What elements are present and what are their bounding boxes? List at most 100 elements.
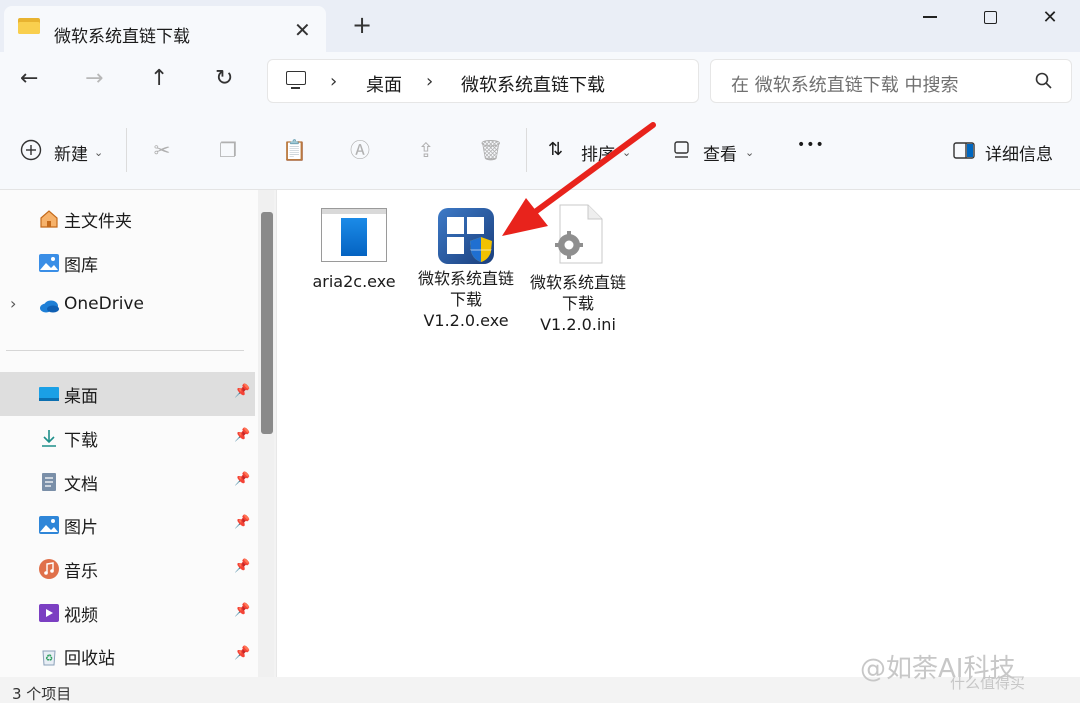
sidebar-item-label: 音乐 (64, 562, 98, 582)
file-item[interactable]: aria2c.exe (299, 208, 409, 292)
sidebar-item-music[interactable]: 音乐 📌 (0, 547, 255, 591)
sidebar-item-pictures[interactable]: 图片 📌 (0, 503, 255, 547)
navigation-pane: 主文件夹 图库 › OneDrive 桌面 📌 下载 📌 文档 📌 图片 📌 音… (0, 190, 274, 678)
back-button[interactable]: ← (20, 68, 38, 90)
app-shield-icon (438, 208, 494, 264)
copy-icon[interactable]: ❐ (216, 138, 240, 162)
gallery-icon (39, 254, 59, 272)
divider (6, 350, 244, 351)
separator (526, 128, 527, 172)
pin-icon: 📌 (234, 603, 251, 618)
uac-shield-icon (470, 237, 492, 262)
file-item-selected[interactable]: 微软系统直链下载V1.2.0.exe (411, 208, 521, 331)
chevron-down-icon: ⌄ (745, 146, 755, 159)
music-icon (39, 559, 59, 579)
sidebar-item-label: OneDrive (64, 294, 144, 314)
up-button[interactable]: ↑ (150, 68, 168, 90)
pictures-icon (39, 516, 59, 534)
sidebar-item-gallery[interactable]: 图库 (0, 241, 255, 285)
breadcrumb-separator: › (426, 71, 434, 92)
sidebar-item-label: 回收站 (64, 649, 115, 669)
video-icon (39, 604, 59, 622)
sidebar-item-label: 文档 (64, 475, 98, 495)
pin-icon: 📌 (234, 515, 251, 530)
paste-icon[interactable]: 📋 (282, 138, 307, 162)
view-icon (674, 141, 689, 158)
minimize-icon (923, 16, 937, 18)
document-icon (42, 473, 56, 491)
new-button[interactable]: 新建 (54, 140, 88, 165)
download-icon (42, 430, 56, 447)
tab-active[interactable]: 微软系统直链下载 ✕ (4, 6, 326, 52)
pin-icon: 📌 (234, 384, 251, 399)
sidebar-item-label: 图片 (64, 518, 98, 538)
breadcrumb-current-folder[interactable]: 微软系统直链下载 (461, 71, 605, 97)
chevron-down-icon: ⌄ (94, 146, 104, 159)
exe-icon (321, 208, 387, 262)
separator (126, 128, 127, 172)
forward-button[interactable]: → (85, 68, 103, 90)
breadcrumb-separator: › (330, 71, 338, 92)
sidebar-item-downloads[interactable]: 下载 📌 (0, 416, 255, 460)
home-icon (40, 210, 58, 228)
sidebar-item-recycle-bin[interactable]: ♻ 回收站 📌 (0, 634, 255, 678)
cut-icon[interactable]: ✂ (150, 138, 174, 162)
sidebar-item-videos[interactable]: 视频 📌 (0, 591, 255, 635)
command-bar: 新建 ⌄ ✂ ❐ 📋 Ⓐ ⇪ 🗑 ⇅ 排序 ⌄ 查看 ⌄ ••• 详细信息 (0, 110, 1080, 190)
this-pc-icon (286, 71, 306, 89)
sidebar-item-desktop[interactable]: 桌面 📌 (0, 372, 255, 416)
sidebar-item-label: 桌面 (64, 387, 98, 407)
sidebar-item-home[interactable]: 主文件夹 (0, 197, 255, 241)
chevron-down-icon: ⌄ (622, 146, 632, 159)
folder-icon (18, 18, 40, 34)
search-icon (1035, 72, 1052, 89)
address-bar[interactable]: › 桌面 › 微软系统直链下载 (267, 59, 699, 103)
title-bar: 微软系统直链下载 ✕ + ✕ (0, 0, 1080, 52)
ini-settings-icon (555, 204, 603, 264)
new-tab-button[interactable]: + (352, 13, 372, 37)
minimize-button[interactable] (900, 2, 960, 32)
watermark-sub: 什么值得买 (950, 674, 1026, 692)
scrollbar-thumb[interactable] (261, 212, 273, 434)
new-plus-icon (20, 139, 42, 161)
share-icon[interactable]: ⇪ (414, 138, 438, 162)
sidebar-item-onedrive[interactable]: › OneDrive (0, 284, 255, 328)
maximize-button[interactable] (960, 2, 1020, 32)
pin-icon: 📌 (234, 559, 251, 574)
breadcrumb-desktop[interactable]: 桌面 (366, 71, 402, 97)
view-button[interactable]: 查看 (703, 140, 737, 165)
close-window-button[interactable]: ✕ (1020, 2, 1080, 32)
sidebar-item-label: 图库 (64, 256, 98, 276)
maximize-icon (983, 10, 997, 24)
file-name: 微软系统直链下载V1.2.0.exe (417, 269, 514, 330)
svg-text:♻: ♻ (45, 654, 53, 664)
file-item[interactable]: 微软系统直链下载V1.2.0.ini (523, 204, 633, 335)
sidebar-item-label: 下载 (64, 431, 98, 451)
chevron-right-icon[interactable]: › (10, 294, 16, 313)
pin-icon: 📌 (234, 472, 251, 487)
status-item-count: 3 个项目 (12, 685, 72, 703)
recycle-bin-icon: ♻ (42, 650, 56, 666)
delete-icon[interactable]: 🗑 (478, 138, 503, 162)
tab-close-button[interactable]: ✕ (294, 18, 311, 42)
sidebar-item-label: 视频 (64, 606, 98, 626)
pin-icon: 📌 (234, 646, 251, 661)
file-name: aria2c.exe (312, 272, 396, 291)
sort-icon: ⇅ (548, 139, 564, 160)
file-name: 微软系统直链下载V1.2.0.ini (529, 273, 626, 334)
more-options-button[interactable]: ••• (797, 137, 825, 153)
search-input[interactable]: 在 微软系统直链下载 中搜索 (731, 71, 958, 97)
details-pane-icon (953, 142, 975, 159)
tab-title: 微软系统直链下载 (54, 27, 190, 47)
file-list: aria2c.exe 微软系统直链下载V1.2.0.exe 微软系统直链下载V1… (276, 190, 1080, 677)
details-button[interactable]: 详细信息 (985, 140, 1053, 165)
navigation-bar: ← → ↑ ↻ › 桌面 › 微软系统直链下载 在 微软系统直链下载 中搜索 (0, 52, 1080, 110)
desktop-icon (39, 387, 59, 401)
sidebar-item-label: 主文件夹 (64, 212, 132, 232)
sort-button[interactable]: 排序 (581, 140, 615, 165)
rename-icon[interactable]: Ⓐ (348, 138, 372, 162)
search-box[interactable]: 在 微软系统直链下载 中搜索 (710, 59, 1072, 103)
sidebar-item-documents[interactable]: 文档 📌 (0, 460, 255, 504)
pin-icon: 📌 (234, 428, 251, 443)
refresh-button[interactable]: ↻ (215, 68, 233, 90)
